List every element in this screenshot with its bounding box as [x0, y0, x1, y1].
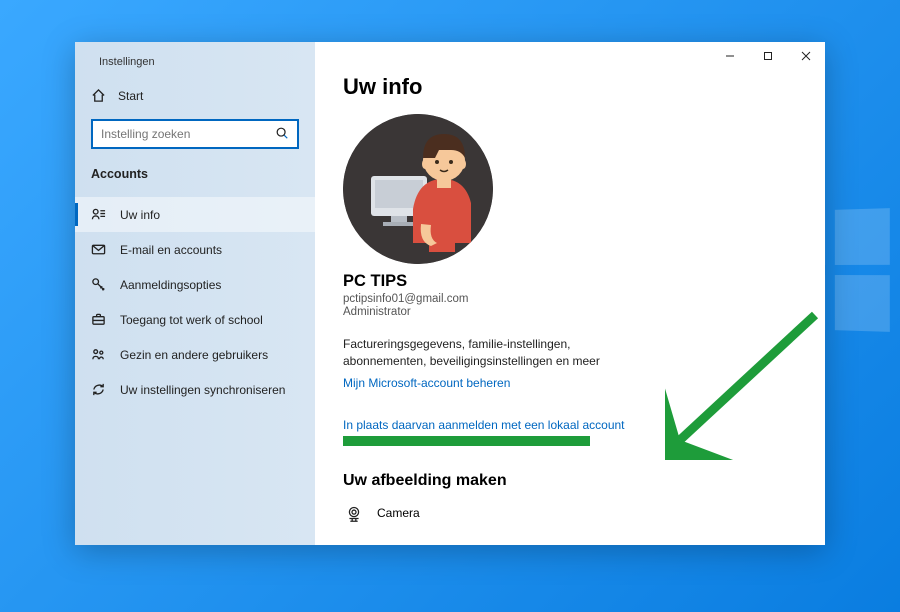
settings-window: Instellingen Start Accounts Uw info E-ma…: [75, 42, 825, 545]
sidebar-item-label: Uw instellingen synchroniseren: [120, 383, 285, 397]
search-input-wrap[interactable]: [91, 119, 299, 149]
user-name: PC TIPS: [343, 272, 797, 291]
sidebar-item-label: Gezin en andere gebruikers: [120, 348, 268, 362]
page-title: Uw info: [343, 74, 797, 100]
home-button[interactable]: Start: [75, 78, 315, 113]
sidebar-group-label: Accounts: [75, 157, 315, 191]
maximize-button[interactable]: [749, 42, 787, 70]
sidebar-item-label: Aanmeldingsopties: [120, 278, 221, 292]
sidebar-item-signin-options[interactable]: Aanmeldingsopties: [75, 267, 315, 302]
sidebar-item-sync[interactable]: Uw instellingen synchroniseren: [75, 372, 315, 407]
avatar: [343, 114, 493, 264]
mail-icon: [91, 242, 106, 257]
briefcase-icon: [91, 312, 106, 327]
sidebar-item-family[interactable]: Gezin en andere gebruikers: [75, 337, 315, 372]
sidebar-item-work-school[interactable]: Toegang tot werk of school: [75, 302, 315, 337]
sidebar-item-your-info[interactable]: Uw info: [75, 197, 315, 232]
sidebar-item-email[interactable]: E-mail en accounts: [75, 232, 315, 267]
user-email: pctipsinfo01@gmail.com: [343, 293, 797, 305]
search-icon: [275, 126, 289, 143]
sidebar-nav: Uw info E-mail en accounts Aanmeldingsop…: [75, 197, 315, 407]
local-account-link[interactable]: In plaats daarvan aanmelden met een loka…: [343, 418, 625, 432]
highlight-underline: [343, 436, 590, 446]
titlebar: [315, 42, 825, 70]
sidebar-item-label: E-mail en accounts: [120, 243, 222, 257]
sync-icon: [91, 382, 106, 397]
home-icon: [91, 88, 106, 103]
close-button[interactable]: [787, 42, 825, 70]
picture-heading: Uw afbeelding maken: [343, 472, 797, 490]
billing-description: Factureringsgegevens, familie-instelling…: [343, 336, 643, 370]
user-role: Administrator: [343, 306, 797, 318]
sidebar-item-label: Toegang tot werk of school: [120, 313, 263, 327]
camera-label: Camera: [377, 506, 420, 520]
user-info-icon: [91, 207, 106, 222]
family-icon: [91, 347, 106, 362]
key-icon: [91, 277, 106, 292]
sidebar-item-label: Uw info: [120, 208, 160, 222]
content-area: Uw info: [315, 42, 825, 545]
camera-icon: [343, 502, 365, 524]
sidebar: Instellingen Start Accounts Uw info E-ma…: [75, 42, 315, 545]
minimize-button[interactable]: [711, 42, 749, 70]
search-input[interactable]: [101, 127, 275, 141]
manage-account-link[interactable]: Mijn Microsoft-account beheren: [343, 376, 510, 390]
camera-row[interactable]: Camera: [343, 502, 797, 524]
window-title: Instellingen: [99, 56, 155, 68]
home-label: Start: [118, 89, 143, 103]
